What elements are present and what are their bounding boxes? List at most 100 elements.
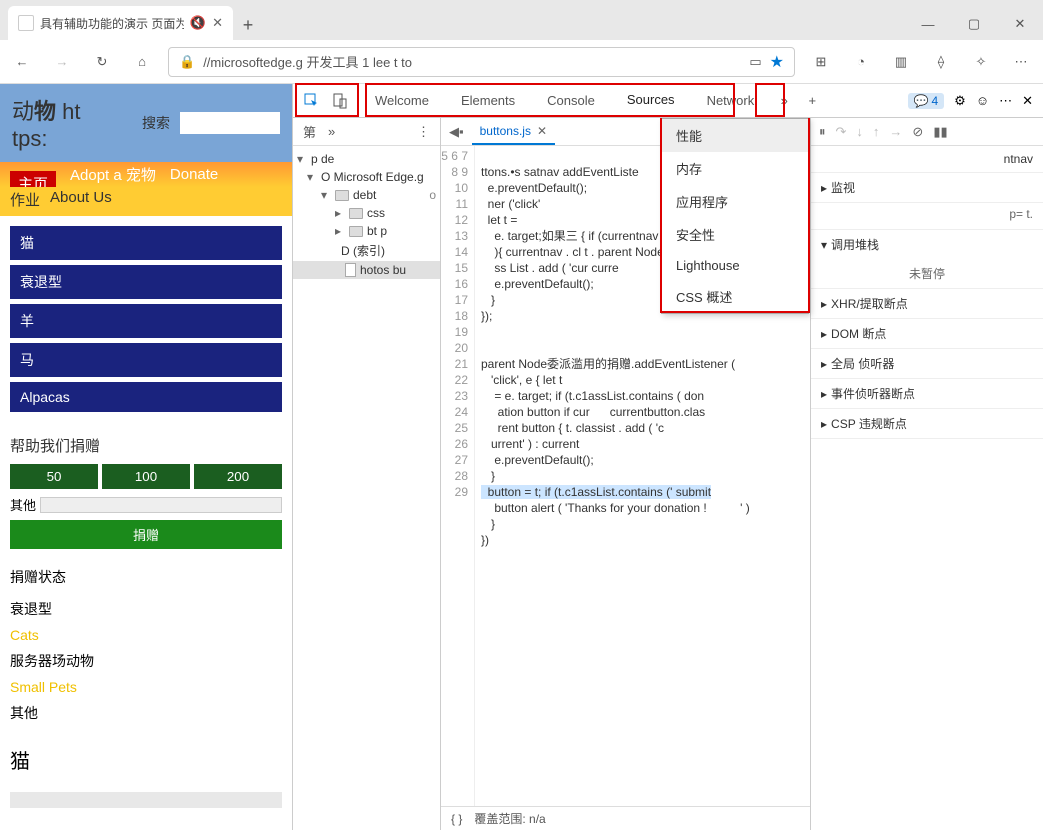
status-item: 衰退型 (10, 595, 282, 623)
tab-elements[interactable]: Elements (445, 84, 531, 117)
tab-network[interactable]: Network (691, 84, 771, 117)
xhr-section[interactable]: XHR/提取断点 (831, 295, 908, 312)
list-item[interactable]: 羊 (10, 304, 282, 338)
tree-site[interactable]: O Microsoft Edge.g (321, 170, 424, 184)
status-title: 捐赠状态 (0, 549, 292, 595)
tab-welcome[interactable]: Welcome (359, 84, 445, 117)
event-section[interactable]: 事件侦听器断点 (831, 385, 915, 402)
status-list: 衰退型 Cats 服务器场动物 Small Pets 其他 (0, 595, 292, 727)
thread-val: ntnav (1004, 152, 1033, 166)
inspect-icon[interactable] (301, 90, 323, 112)
status-item: Cats (10, 623, 282, 647)
csp-section[interactable]: CSP 违规断点 (831, 415, 907, 432)
lock-icon: 🔒 (179, 54, 195, 70)
other-amount-input[interactable] (40, 497, 282, 513)
close-window-button[interactable]: ✕ (997, 8, 1043, 40)
dropdown-item[interactable]: 应用程序 (662, 185, 808, 218)
close-devtools-icon[interactable]: ✕ (1022, 93, 1033, 109)
dropdown-item[interactable]: Lighthouse (662, 251, 808, 280)
amount-100[interactable]: 100 (102, 464, 190, 489)
settings-icon[interactable]: ⚙ (954, 93, 966, 109)
new-tab-button[interactable]: + (233, 10, 263, 40)
profile-icon[interactable]: ◔ (847, 48, 875, 76)
page-tree-label[interactable]: 第 (303, 122, 316, 141)
stripe (10, 792, 282, 808)
favicon (18, 15, 34, 31)
nav-about[interactable]: About Us (50, 189, 112, 210)
dropdown-item[interactable]: 性能 (662, 119, 808, 152)
file-tree: 第 » ⋮ ▾p de ▾O Microsoft Edge.g ▾debto ▸… (293, 118, 441, 830)
pause-icon[interactable]: ⏸ (819, 124, 826, 140)
status-item: 其他 (10, 699, 282, 727)
more-icon[interactable]: ⋯ (999, 93, 1012, 109)
dropdown-item[interactable]: 内存 (662, 152, 808, 185)
extensions-icon[interactable]: ⊞ (807, 48, 835, 76)
search-input[interactable] (180, 112, 280, 134)
favorite-icon[interactable]: ★ (770, 52, 784, 72)
tab-sources[interactable]: Sources (611, 84, 691, 117)
maximize-button[interactable]: ▢ (951, 8, 997, 40)
back-button[interactable]: ← (8, 48, 36, 76)
deactivate-icon[interactable]: ⊘ (912, 124, 923, 140)
reader-icon[interactable]: ▭ (749, 54, 761, 70)
close-file-icon[interactable]: ✕ (537, 124, 547, 138)
toolbar-icon-1[interactable]: ⟠ (927, 48, 955, 76)
footer-braces[interactable]: { } (451, 812, 462, 826)
global-section[interactable]: 全局 侦听器 (831, 355, 894, 372)
nav-adopt[interactable]: Adopt a 宠物 (70, 164, 156, 185)
add-tab-button[interactable]: + (798, 93, 826, 108)
pause-exc-icon[interactable]: ▮▮ (933, 124, 947, 140)
tree-folder[interactable]: debt (353, 188, 376, 202)
tree-folder[interactable]: bt p (367, 224, 387, 238)
dom-section[interactable]: DOM 断点 (831, 325, 886, 342)
feedback-icon[interactable]: ☺ (976, 93, 989, 108)
not-paused: 未暂停 (811, 259, 1043, 288)
amount-50[interactable]: 50 (10, 464, 98, 489)
file-icon (345, 263, 356, 277)
device-icon[interactable] (329, 90, 351, 112)
dropdown-item[interactable]: 安全性 (662, 218, 808, 251)
issues-badge[interactable]: 💬 4 (908, 93, 945, 109)
toolbar-icon-2[interactable]: ✧ (967, 48, 995, 76)
list-item[interactable]: 马 (10, 343, 282, 377)
page-nav: 主页 Adopt a 宠物 Donate (0, 162, 292, 187)
address-bar[interactable]: 🔒 //microsoftedge.g 开发工具 1 lee t to ▭ ★ (168, 47, 795, 77)
nav-donate[interactable]: Donate (170, 166, 218, 183)
step-out-icon[interactable]: ↑ (873, 124, 880, 139)
tree-more-icon[interactable]: » (328, 124, 335, 139)
amount-200[interactable]: 200 (194, 464, 282, 489)
sidebar-toggle-icon[interactable]: ◀▪ (449, 124, 464, 140)
tree-file[interactable]: hotos bu (360, 263, 406, 277)
nav-jobs[interactable]: 作业 (10, 189, 40, 210)
list-item[interactable]: Alpacas (10, 382, 282, 412)
tree-menu-icon[interactable]: ⋮ (417, 124, 430, 140)
tree-dir[interactable]: D (索引) (341, 242, 385, 259)
step-over-icon[interactable]: ↷ (836, 124, 847, 140)
watch-section[interactable]: 监视 (831, 179, 855, 196)
step-icon[interactable]: → (889, 124, 902, 139)
list-item[interactable]: 衰退型 (10, 265, 282, 299)
tree-folder[interactable]: css (367, 206, 385, 220)
tree-root[interactable]: p de (311, 152, 334, 166)
callstack-section[interactable]: 调用堆栈 (831, 236, 879, 253)
editor-tab[interactable]: buttons.js ✕ (472, 118, 555, 145)
collections-icon[interactable]: ▥ (887, 48, 915, 76)
list-item[interactable]: 猫 (10, 226, 282, 260)
tab-title: 具有辅助功能的演示 页面为 (40, 15, 184, 32)
forward-button[interactable]: → (48, 48, 76, 76)
refresh-button[interactable]: ↻ (88, 48, 116, 76)
dropdown-item[interactable]: CSS 概述 (662, 280, 808, 313)
status-item: 服务器场动物 (10, 647, 282, 675)
menu-button[interactable]: ⋯ (1007, 48, 1035, 76)
search-label: 搜索 (142, 113, 170, 133)
donate-button[interactable]: 捐赠 (10, 520, 282, 549)
folder-icon (349, 226, 363, 237)
step-into-icon[interactable]: ↓ (856, 124, 863, 139)
minimize-button[interactable]: ― (905, 8, 951, 40)
folder-icon (335, 190, 349, 201)
home-button[interactable]: ⌂ (128, 48, 156, 76)
tab-close-icon[interactable]: ✕ (212, 15, 223, 31)
browser-tab[interactable]: 具有辅助功能的演示 页面为 🔇 ✕ (8, 6, 233, 40)
tab-console[interactable]: Console (531, 84, 611, 117)
more-tabs-button[interactable]: » (770, 93, 798, 108)
